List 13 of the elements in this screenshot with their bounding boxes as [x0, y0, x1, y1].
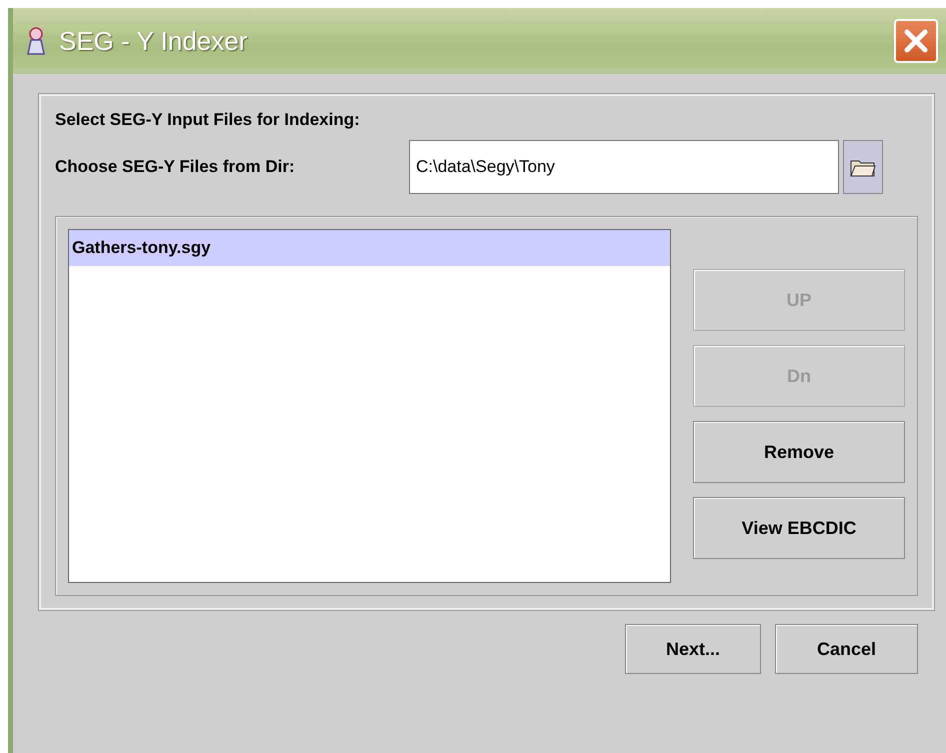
browse-button[interactable]	[843, 140, 883, 194]
directory-field[interactable]: C:\data\Segy\Tony	[409, 140, 839, 194]
cancel-button[interactable]: Cancel	[775, 624, 918, 674]
close-icon	[902, 27, 930, 55]
side-button[interactable]: View EBCDIC	[693, 497, 905, 559]
heading-label: Select SEG-Y Input Files for Indexing:	[55, 110, 361, 130]
file-list-item[interactable]: Gathers-tony.sgy	[69, 230, 670, 266]
next-button[interactable]: Next...	[625, 624, 761, 674]
directory-label: Choose SEG-Y Files from Dir:	[55, 157, 296, 177]
close-button[interactable]	[894, 19, 938, 63]
side-button[interactable]: Remove	[693, 421, 905, 483]
window-title: SEG - Y Indexer	[59, 26, 248, 56]
file-list[interactable]: Gathers-tony.sgy	[68, 229, 671, 583]
